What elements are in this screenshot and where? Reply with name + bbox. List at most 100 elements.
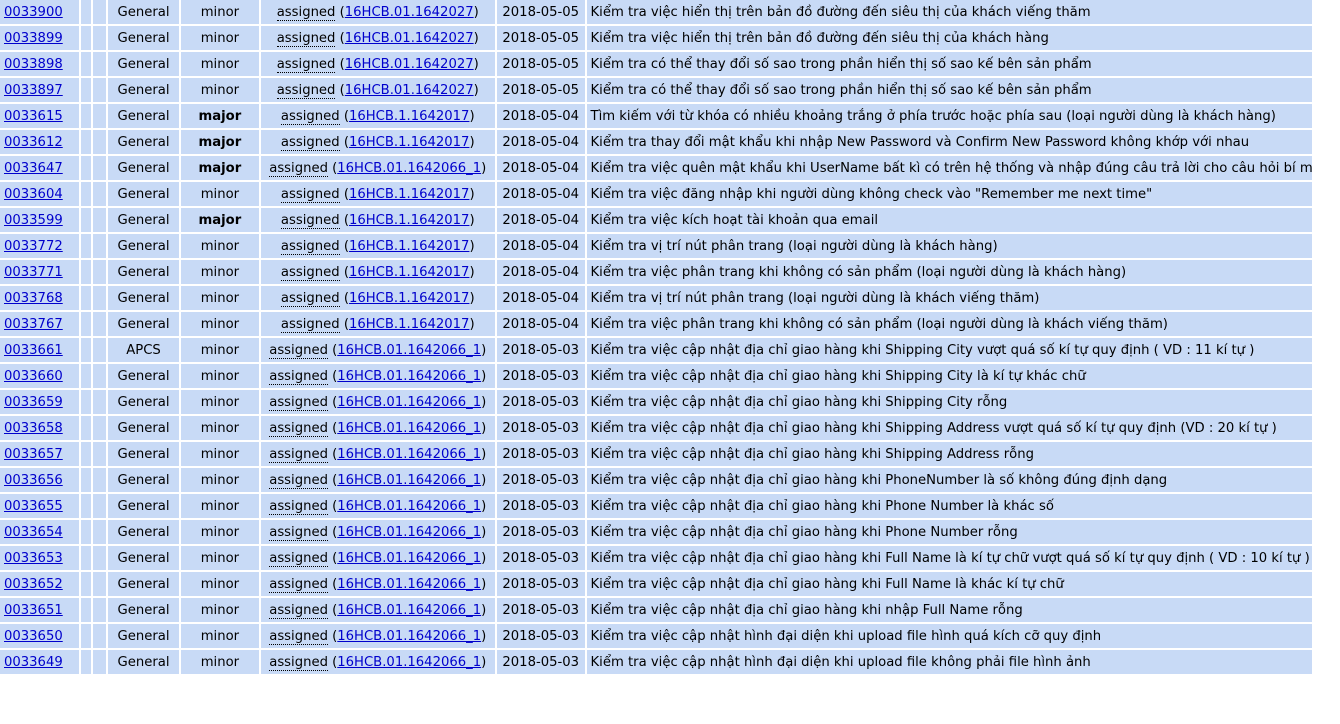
status-label[interactable]: assigned <box>269 472 328 489</box>
status-label[interactable]: assigned <box>280 212 340 229</box>
bug-id-link[interactable]: 0033652 <box>4 577 63 592</box>
bug-id-link[interactable]: 0033767 <box>4 317 63 332</box>
bug-id-link[interactable]: 0033653 <box>4 551 63 566</box>
status-label[interactable]: assigned <box>280 316 340 333</box>
bug-id-link[interactable]: 0033651 <box>4 603 63 618</box>
paren-close: ) <box>481 576 487 592</box>
assignee-link[interactable]: 16HCB.1.1642017 <box>349 109 469 124</box>
assignee-link[interactable]: 16HCB.1.1642017 <box>349 213 469 228</box>
bug-id-link[interactable]: 0033898 <box>4 57 63 72</box>
checkbox-cell <box>81 234 91 258</box>
status-label[interactable]: assigned <box>269 654 328 671</box>
bug-id-link[interactable]: 0033900 <box>4 5 63 20</box>
status-label[interactable]: assigned <box>269 524 328 541</box>
assignee-link[interactable]: 16HCB.01.1642066_1 <box>337 499 481 514</box>
date-cell: 2018-05-03 <box>496 520 585 544</box>
bug-id-link[interactable]: 0033660 <box>4 369 63 384</box>
paren-close: ) <box>469 290 475 306</box>
bug-id-link[interactable]: 0033649 <box>4 655 63 670</box>
paren-open: ( <box>327 498 338 514</box>
status-label[interactable]: assigned <box>280 108 340 125</box>
assignee-link[interactable]: 16HCB.01.1642027 <box>345 57 474 72</box>
assignee-link[interactable]: 16HCB.01.1642066_1 <box>337 525 481 540</box>
checkbox-cell <box>81 26 91 50</box>
status-label[interactable]: assigned <box>280 264 340 281</box>
summary-cell: Kiểm tra thay đổi mật khẩu khi nhập New … <box>586 130 1312 154</box>
status-label[interactable]: assigned <box>276 30 336 47</box>
status-label[interactable]: assigned <box>276 4 336 21</box>
bug-id-cell: 0033898 <box>0 52 80 76</box>
assignee-link[interactable]: 16HCB.01.1642066_1 <box>337 447 481 462</box>
status-label[interactable]: assigned <box>269 160 328 177</box>
status-label[interactable]: assigned <box>269 368 328 385</box>
paren-open: ( <box>327 160 338 176</box>
bug-id-link[interactable]: 0033771 <box>4 265 63 280</box>
bug-id-link[interactable]: 0033650 <box>4 629 63 644</box>
status-cell: assigned (16HCB.01.1642027) <box>260 0 495 24</box>
assignee-link[interactable]: 16HCB.1.1642017 <box>349 135 469 150</box>
assignee-link[interactable]: 16HCB.01.1642066_1 <box>337 161 481 176</box>
assignee-link[interactable]: 16HCB.01.1642066_1 <box>337 629 481 644</box>
assignee-link[interactable]: 16HCB.01.1642066_1 <box>337 421 481 436</box>
bug-id-link[interactable]: 0033661 <box>4 343 63 358</box>
status-label[interactable]: assigned <box>269 550 328 567</box>
status-label[interactable]: assigned <box>269 446 328 463</box>
bug-id-link[interactable]: 0033899 <box>4 31 63 46</box>
status-label[interactable]: assigned <box>276 56 336 73</box>
checkbox-cell <box>81 494 91 518</box>
status-label[interactable]: assigned <box>269 394 328 411</box>
bug-id-link[interactable]: 0033612 <box>4 135 63 150</box>
paren-close: ) <box>481 498 487 514</box>
assignee-link[interactable]: 16HCB.01.1642066_1 <box>337 603 481 618</box>
bug-id-link[interactable]: 0033659 <box>4 395 63 410</box>
bug-id-link[interactable]: 0033768 <box>4 291 63 306</box>
status-label[interactable]: assigned <box>280 238 340 255</box>
bug-id-link[interactable]: 0033647 <box>4 161 63 176</box>
status-label[interactable]: assigned <box>280 186 340 203</box>
assignee-link[interactable]: 16HCB.01.1642066_1 <box>337 343 481 358</box>
bug-id-cell: 0033615 <box>0 104 80 128</box>
status-label[interactable]: assigned <box>280 290 340 307</box>
checkbox-cell <box>81 104 91 128</box>
bug-id-cell: 0033655 <box>0 494 80 518</box>
bug-id-link[interactable]: 0033654 <box>4 525 63 540</box>
status-label[interactable]: assigned <box>269 628 328 645</box>
bug-id-link[interactable]: 0033772 <box>4 239 63 254</box>
status-label[interactable]: assigned <box>269 602 328 619</box>
bug-id-link[interactable]: 0033615 <box>4 109 63 124</box>
assignee-link[interactable]: 16HCB.01.1642027 <box>345 83 474 98</box>
status-label[interactable]: assigned <box>269 576 328 593</box>
status-label[interactable]: assigned <box>269 498 328 515</box>
bug-id-link[interactable]: 0033655 <box>4 499 63 514</box>
assignee-link[interactable]: 16HCB.01.1642066_1 <box>337 655 481 670</box>
assignee-link[interactable]: 16HCB.01.1642027 <box>345 31 474 46</box>
status-label[interactable]: assigned <box>269 342 328 359</box>
bug-id-link[interactable]: 0033599 <box>4 213 63 228</box>
category-cell: General <box>107 182 180 206</box>
status-label[interactable]: assigned <box>280 134 340 151</box>
attachment-cell <box>92 260 106 284</box>
bug-id-link[interactable]: 0033658 <box>4 421 63 436</box>
assignee-link[interactable]: 16HCB.1.1642017 <box>349 317 469 332</box>
assignee-link[interactable]: 16HCB.01.1642027 <box>345 5 474 20</box>
assignee-link[interactable]: 16HCB.01.1642066_1 <box>337 369 481 384</box>
assignee-link[interactable]: 16HCB.01.1642066_1 <box>337 551 481 566</box>
assignee-link[interactable]: 16HCB.01.1642066_1 <box>337 577 481 592</box>
status-label[interactable]: assigned <box>276 82 336 99</box>
paren-close: ) <box>481 602 487 618</box>
checkbox-cell <box>81 208 91 232</box>
assignee-link[interactable]: 16HCB.01.1642066_1 <box>337 395 481 410</box>
bug-id-link[interactable]: 0033604 <box>4 187 63 202</box>
bug-id-link[interactable]: 0033657 <box>4 447 63 462</box>
status-cell: assigned (16HCB.01.1642066_1) <box>260 572 495 596</box>
assignee-link[interactable]: 16HCB.1.1642017 <box>349 291 469 306</box>
assignee-link[interactable]: 16HCB.01.1642066_1 <box>337 473 481 488</box>
status-label[interactable]: assigned <box>269 420 328 437</box>
bug-id-link[interactable]: 0033656 <box>4 473 63 488</box>
status-cell: assigned (16HCB.01.1642027) <box>260 52 495 76</box>
assignee-link[interactable]: 16HCB.1.1642017 <box>349 239 469 254</box>
bug-id-link[interactable]: 0033897 <box>4 83 63 98</box>
bug-id-cell: 0033899 <box>0 26 80 50</box>
assignee-link[interactable]: 16HCB.1.1642017 <box>349 265 469 280</box>
assignee-link[interactable]: 16HCB.1.1642017 <box>349 187 469 202</box>
